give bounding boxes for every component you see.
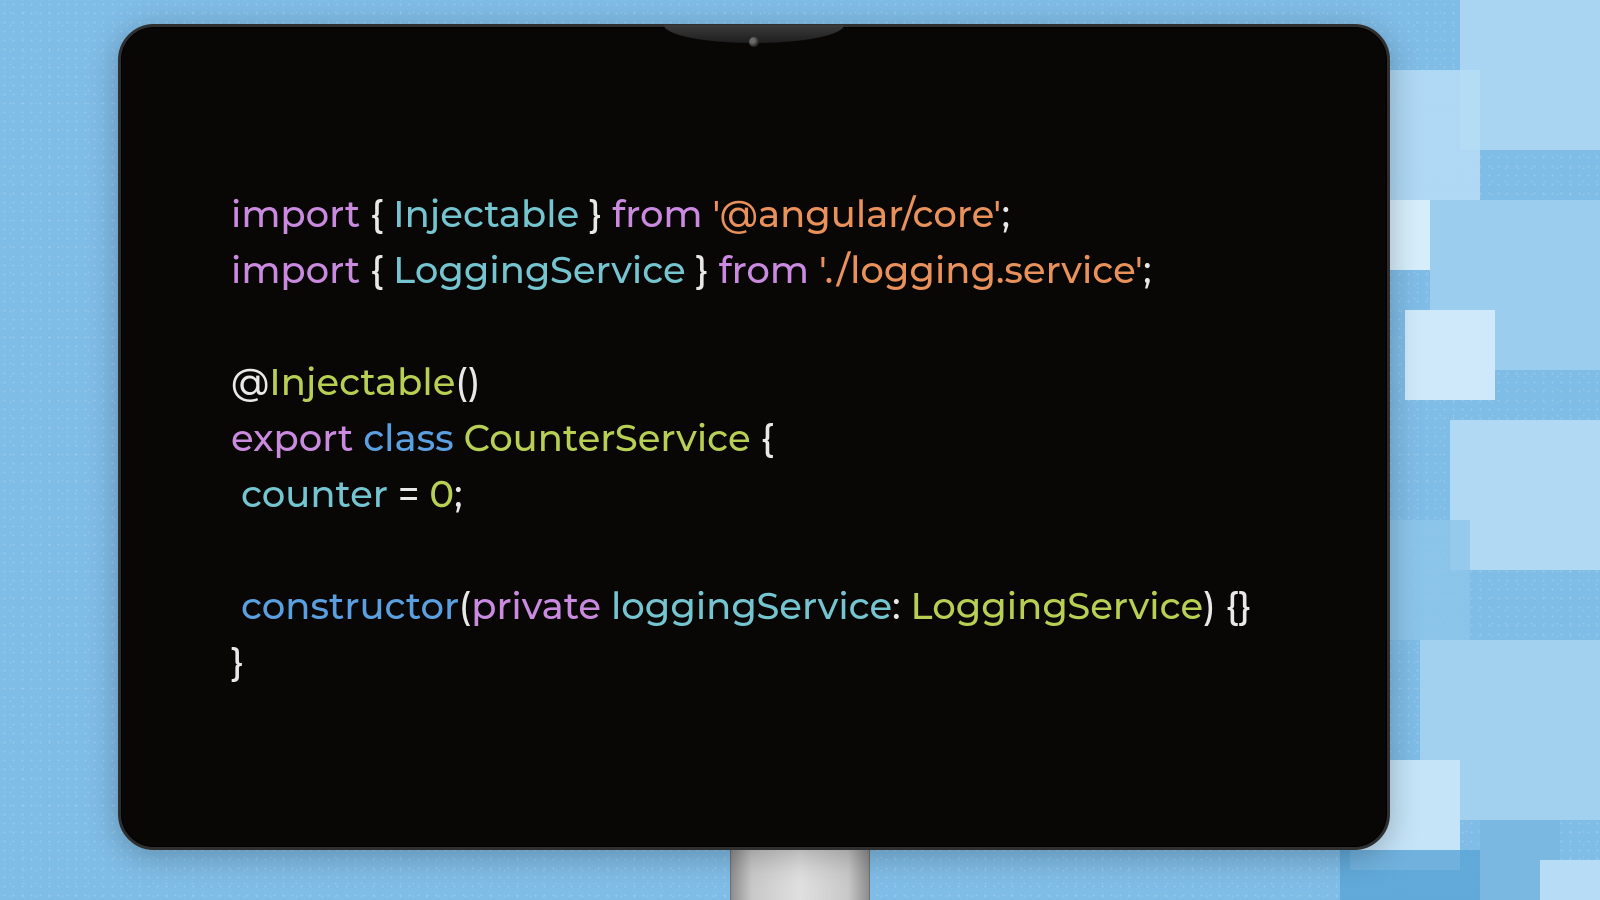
token-decorator: Injectable [269, 360, 455, 405]
code-line-2: import { LoggingService } from './loggin… [231, 248, 1152, 293]
token-keyword: from [719, 248, 819, 293]
code-line-6: counter = 0; [231, 472, 463, 517]
token-ident: counter [241, 472, 388, 517]
token-classname: CounterService [464, 416, 751, 461]
token-space [601, 584, 611, 629]
token-brace: { [360, 248, 393, 293]
token-param: loggingService [611, 584, 892, 629]
token-indent [231, 472, 241, 517]
token-keyword: import [231, 192, 360, 237]
camera-icon [749, 37, 759, 47]
token-semi: ; [1143, 248, 1151, 293]
code-line-4: @Injectable() [231, 360, 480, 405]
monitor-stand [730, 847, 870, 900]
code-block: import { Injectable } from '@angular/cor… [231, 187, 1327, 691]
token-type: LoggingService [911, 584, 1204, 629]
token-brace: } [686, 248, 719, 293]
token-keyword: import [231, 248, 360, 293]
monitor: import { Injectable } from '@angular/cor… [118, 24, 1390, 850]
token-keyword: private [471, 584, 601, 629]
token-space [353, 416, 363, 461]
token-string: './logging.service' [819, 248, 1143, 293]
code-line-1: import { Injectable } from '@angular/cor… [231, 192, 1010, 237]
token-brace: } [579, 192, 612, 237]
token-at: @ [231, 360, 269, 405]
token-close: ) {} [1203, 584, 1251, 629]
token-keyword: from [612, 192, 712, 237]
token-ctor: constructor [241, 584, 459, 629]
token-semi: ; [1002, 192, 1010, 237]
token-ident: LoggingService [393, 248, 686, 293]
background-tiles [1360, 0, 1600, 900]
token-paren: ( [459, 584, 471, 629]
token-brace: { [751, 416, 774, 461]
code-line-9: } [231, 640, 244, 685]
code-line-5: export class CounterService { [231, 416, 774, 461]
code-line-8: constructor(private loggingService: Logg… [231, 584, 1252, 629]
token-keyword: class [363, 416, 453, 461]
token-colon: : [892, 584, 910, 629]
token-string: '@angular/core' [713, 192, 1002, 237]
token-semi: ; [454, 472, 462, 517]
token-parens: () [455, 360, 480, 405]
token-brace: { [360, 192, 393, 237]
token-eq: = [388, 472, 429, 517]
token-space [454, 416, 464, 461]
token-number: 0 [429, 472, 454, 517]
token-keyword: export [231, 416, 353, 461]
token-indent [231, 584, 241, 629]
token-ident: Injectable [393, 192, 579, 237]
token-brace: } [231, 640, 244, 685]
